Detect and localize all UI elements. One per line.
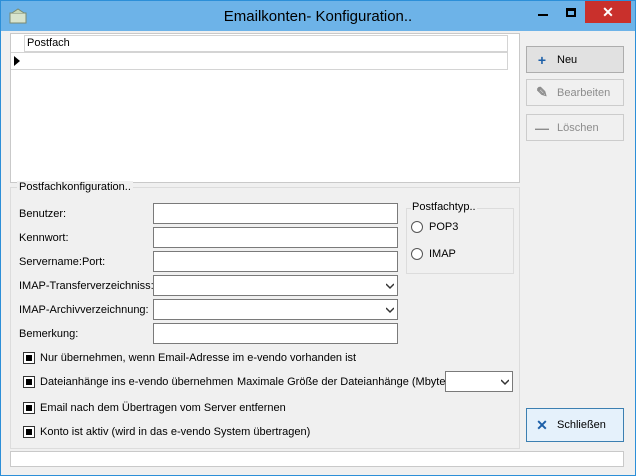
imap-radio[interactable] xyxy=(411,248,423,260)
mailbox-type-group: Postfachtyp.. POP3 IMAP xyxy=(406,201,514,274)
chevron-down-icon xyxy=(386,283,394,290)
plus-icon: + xyxy=(537,51,547,68)
title-bar[interactable]: Emailkonten- Konfiguration.. ✕ xyxy=(1,1,635,31)
user-field[interactable] xyxy=(153,203,398,224)
new-button-label: Neu xyxy=(557,53,578,66)
imap-label[interactable]: IMAP xyxy=(429,248,456,260)
only-if-exists-label[interactable]: Nur übernehmen, wenn Email-Adresse im e-… xyxy=(40,352,356,364)
imap-archive-select[interactable] xyxy=(153,299,398,320)
close-icon: ✕ xyxy=(602,4,614,20)
maximize-icon xyxy=(565,7,576,17)
password-label: Kennwort: xyxy=(19,232,69,244)
attachments-checkbox[interactable] xyxy=(23,376,35,388)
grid-column-header[interactable]: Postfach xyxy=(24,35,508,52)
server-label: Servername:Port: xyxy=(19,256,106,268)
user-label: Benutzer: xyxy=(19,208,67,220)
delete-button-label: Löschen xyxy=(557,121,599,134)
close-button-label: Schließen xyxy=(557,419,606,431)
account-active-checkbox[interactable] xyxy=(23,426,35,438)
mailbox-config-group: Postfachkonfiguration.. Benutzer: Kennwo… xyxy=(10,181,520,449)
max-attachment-select[interactable] xyxy=(445,371,513,392)
pop3-radio[interactable] xyxy=(411,221,423,233)
imap-transfer-select[interactable] xyxy=(153,275,398,296)
server-field[interactable] xyxy=(153,251,398,272)
mailbox-grid[interactable]: Postfach xyxy=(10,33,520,183)
chevron-down-icon xyxy=(501,379,509,386)
close-button[interactable]: ✕ Schließen xyxy=(526,408,624,442)
delete-after-transfer-checkbox[interactable] xyxy=(23,402,35,414)
pop3-label[interactable]: POP3 xyxy=(429,221,458,233)
attachments-label[interactable]: Dateianhänge ins e-vendo übernehmen xyxy=(40,376,233,388)
edit-button[interactable]: ✎ Bearbeiten xyxy=(526,79,624,106)
only-if-exists-checkbox[interactable] xyxy=(23,352,35,364)
minimize-button[interactable] xyxy=(529,1,556,23)
max-attachment-label: Maximale Größe der Dateianhänge (Mbyte): xyxy=(237,376,453,388)
chevron-down-icon xyxy=(386,307,394,314)
remark-label: Bemerkung: xyxy=(19,328,79,340)
row-indicator-icon xyxy=(14,56,20,66)
minus-icon: — xyxy=(535,119,549,136)
imap-archive-label: IMAP-Archivverzeichnung: xyxy=(19,304,149,316)
password-field[interactable] xyxy=(153,227,398,248)
minimize-icon xyxy=(537,14,548,16)
table-row[interactable] xyxy=(11,52,508,70)
status-bar xyxy=(10,451,624,467)
close-x-icon: ✕ xyxy=(536,416,548,433)
mailbox-type-legend: Postfachtyp.. xyxy=(411,201,477,213)
close-window-button[interactable]: ✕ xyxy=(585,1,631,23)
maximize-button[interactable] xyxy=(557,1,584,23)
group-legend: Postfachkonfiguration.. xyxy=(17,181,133,193)
new-button[interactable]: + Neu xyxy=(526,46,624,73)
main-window: Emailkonten- Konfiguration.. ✕ Postfach … xyxy=(0,0,636,476)
remark-field[interactable] xyxy=(153,323,398,344)
client-area: Postfach Postfachkonfiguration.. Benutze… xyxy=(8,31,628,469)
pencil-icon: ✎ xyxy=(536,84,548,100)
edit-button-label: Bearbeiten xyxy=(557,86,611,99)
delete-after-transfer-label[interactable]: Email nach dem Übertragen vom Server ent… xyxy=(40,402,286,414)
imap-transfer-label: IMAP-Transferverzeichniss: xyxy=(19,280,154,292)
delete-button[interactable]: — Löschen xyxy=(526,114,624,141)
account-active-label[interactable]: Konto ist aktiv (wird in das e-vendo Sys… xyxy=(40,426,310,438)
